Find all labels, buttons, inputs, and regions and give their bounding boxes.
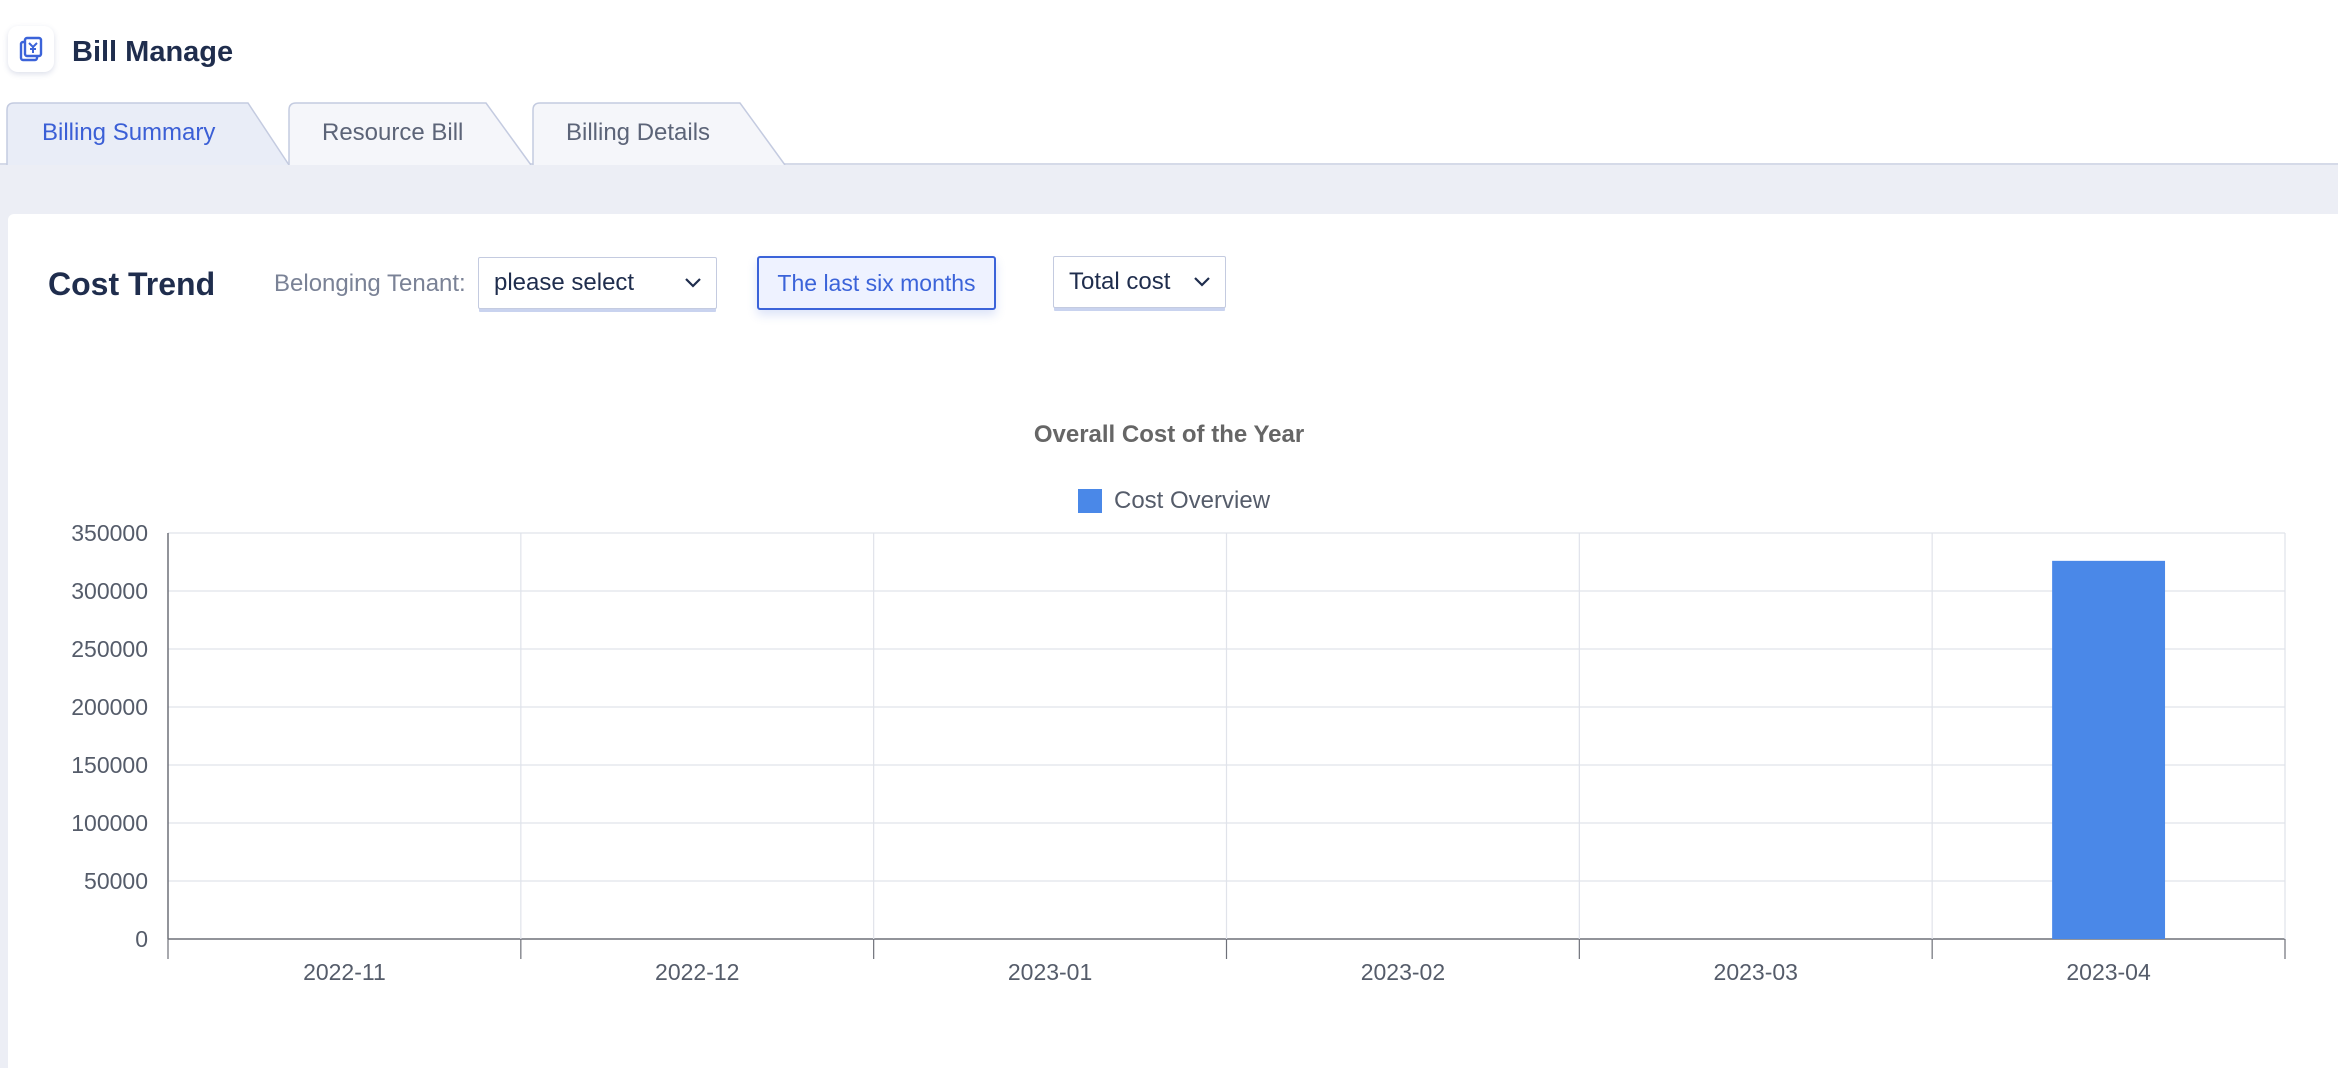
y-tick-label: 50000	[84, 868, 148, 894]
x-tick-label: 2022-12	[655, 959, 739, 985]
x-tick-label: 2023-01	[1008, 959, 1092, 985]
cost-chart: 0 50000 100000 150000 200000 250000 300000 3500…	[71, 520, 2286, 985]
y-tick-label: 100000	[71, 810, 148, 836]
y-tick-label: 250000	[71, 636, 148, 662]
y-tick-label: 150000	[71, 752, 148, 778]
y-tick-label: 300000	[71, 578, 148, 604]
y-tick-label: 350000	[71, 520, 148, 546]
x-tick-label: 2023-03	[1714, 959, 1798, 985]
y-tick-label: 0	[135, 926, 148, 952]
bar-2023-04	[2052, 560, 2166, 939]
x-tick-label: 2022-11	[303, 959, 386, 985]
x-tick-label: 2023-04	[2066, 959, 2151, 985]
x-tick-label: 2023-02	[1361, 959, 1445, 985]
y-tick-label: 200000	[71, 694, 148, 720]
